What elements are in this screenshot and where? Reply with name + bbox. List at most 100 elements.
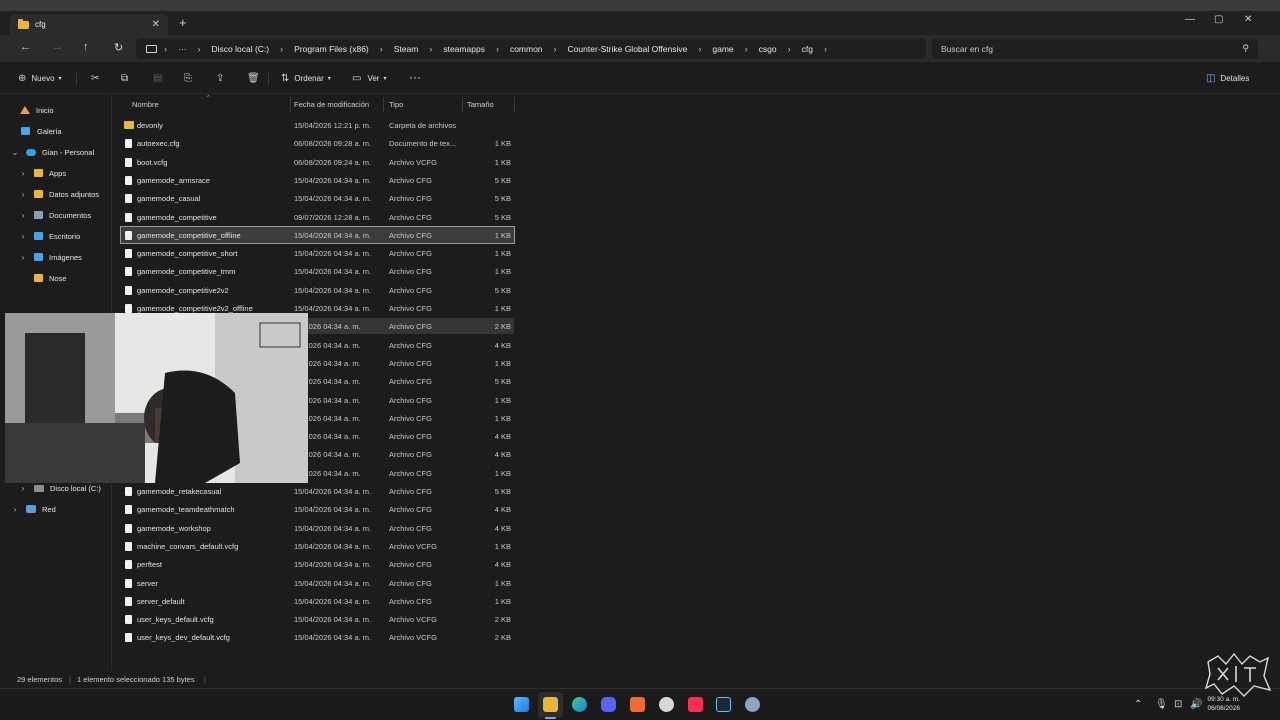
sidebar-item-escritorio[interactable]: › Escritorio [18, 227, 81, 245]
sidebar-item-nose[interactable]: Nose [34, 269, 67, 287]
column-header-date[interactable]: Fecha de modificación [294, 100, 369, 109]
delete-button[interactable]: 🗑 [247, 73, 260, 84]
more-options-button[interactable]: ··· [409, 70, 421, 84]
discord-icon[interactable] [601, 697, 616, 712]
sidebar-item-datos-adjuntos[interactable]: › Datos adjuntos [18, 185, 99, 203]
details-button[interactable]: ◫ Detalles [1206, 73, 1249, 84]
table-row[interactable]: gamemode_competitive_tmm 15/04/2026 04:34… [121, 263, 514, 279]
file-date: 15/04/2026 04:34 a. m. [294, 249, 372, 259]
file-size: 4 KB [494, 505, 511, 515]
cut-button[interactable]: ✂ [91, 73, 99, 84]
trash-icon: 🗑 [247, 73, 260, 84]
paste-button[interactable]: ▤ [153, 73, 162, 84]
file-size: 4 KB [494, 432, 511, 442]
file-type: Archivo CFG [389, 267, 432, 277]
table-row[interactable]: gamemode_teamdeathmatch 15/04/2026 04:34 … [121, 501, 514, 517]
table-row[interactable]: gamemode_retakecasual 15/04/2026 04:34 a.… [121, 483, 514, 499]
table-row[interactable]: devonly 15/04/2026 12:21 p. m. Carpeta de … [121, 117, 514, 133]
search-input[interactable]: Buscar en cfg ⚲ [932, 38, 1258, 59]
close-tab-icon[interactable]: ✕ [152, 19, 160, 30]
forward-button[interactable]: → [52, 41, 63, 53]
table-row[interactable]: boot.vcfg 06/08/2026 09:24 a. m. Archivo V… [121, 154, 514, 170]
breadcrumb-steamapps[interactable]: steamapps [443, 44, 485, 54]
breadcrumb-cfg[interactable]: cfg [802, 44, 813, 54]
edge-icon[interactable] [572, 697, 587, 712]
breadcrumb-game[interactable]: game [712, 44, 733, 54]
sidebar-item-imagenes[interactable]: › Imágenes [18, 248, 82, 266]
chevron-down-icon: ▾ [58, 76, 62, 82]
volume-icon[interactable]: 🔊 [1190, 699, 1202, 710]
table-row[interactable]: gamemode_competitive 09/07/2026 12:28 a. … [121, 209, 514, 225]
start-icon[interactable] [514, 697, 529, 712]
music-icon[interactable] [688, 697, 703, 712]
table-row[interactable]: gamemode_competitive_short 15/04/2026 04:… [121, 245, 514, 261]
folder-icon [34, 274, 43, 282]
table-row[interactable]: perftest 15/04/2026 04:34 a. m. Archivo CF… [121, 556, 514, 572]
chevron-down-icon: ▾ [327, 76, 331, 82]
table-row[interactable]: server_default 15/04/2026 04:34 a. m. Arch… [121, 593, 514, 609]
sidebar-item-apps[interactable]: › Apps [18, 164, 66, 182]
new-tab-button[interactable]: + [179, 15, 187, 30]
refresh-button[interactable]: ↻ [114, 41, 123, 54]
share-button[interactable]: ⇪ [216, 73, 224, 84]
minimize-button[interactable]: — [1185, 14, 1195, 25]
maximize-button[interactable]: ▢ [1214, 14, 1223, 25]
address-bar[interactable]: › ··· › Disco local (C:) › Program Files… [136, 38, 926, 59]
breadcrumb-csgo[interactable]: csgo [759, 44, 777, 54]
table-row[interactable]: server 15/04/2026 04:34 a. m. Archivo CFG 1… [121, 575, 514, 591]
file-name: user_keys_default.vcfg [137, 615, 214, 625]
close-window-button[interactable]: ✕ [1244, 14, 1252, 25]
sidebar-item-inicio[interactable]: Inicio [20, 101, 54, 119]
rename-button[interactable]: ⎘ [184, 73, 192, 84]
sidebar-item-gian-personal[interactable]: ⌄ Gian - Personal [10, 143, 94, 161]
table-row[interactable]: gamemode_workshop 15/04/2026 04:34 a. m. A… [121, 520, 514, 536]
chevron-down-icon: ⌄ [11, 147, 19, 157]
column-header-type[interactable]: Tipo [389, 100, 403, 109]
app-icon[interactable] [659, 697, 674, 712]
breadcrumb-disco-local[interactable]: Disco local (C:) [212, 44, 270, 54]
table-row[interactable]: autoexec.cfg 06/08/2026 09:28 a. m. Docume… [121, 135, 514, 151]
sidebar-item-red[interactable]: › Red [10, 500, 56, 518]
back-button[interactable]: ← [20, 41, 31, 53]
file-icon [125, 615, 132, 625]
sidebar-item-documentos[interactable]: › Documentos [18, 206, 91, 224]
table-row[interactable]: gamemode_competitive_offline 15/04/2026 0… [120, 225, 515, 244]
origin-icon[interactable] [630, 697, 645, 712]
sort-button[interactable]: ⇅ Ordenar ▾ [281, 73, 331, 84]
table-row[interactable]: user_keys_default.vcfg 15/04/2026 04:34 a… [121, 611, 514, 627]
up-button[interactable]: ↑ [83, 41, 89, 53]
view-button[interactable]: ▭ Ver ▾ [352, 73, 386, 84]
breadcrumb-program-files[interactable]: Program Files (x86) [294, 44, 369, 54]
file-explorer-icon[interactable] [543, 697, 558, 712]
file-type: Archivo CFG [389, 450, 432, 460]
breadcrumb-steam[interactable]: Steam [394, 44, 419, 54]
table-row[interactable]: machine_convars_default.vcfg 15/04/2026 0… [121, 538, 514, 554]
table-row[interactable]: user_keys_dev_default.vcfg 15/04/2026 04:… [121, 629, 514, 645]
chevron-up-icon[interactable]: ⌃ [1134, 699, 1142, 710]
new-button[interactable]: ⊕ Nuevo ▾ [18, 73, 62, 84]
copy-button[interactable]: ⧉ [121, 73, 128, 84]
chevron-right-icon: › [21, 168, 25, 178]
column-header-name[interactable]: Nombre [132, 100, 159, 109]
column-header-size[interactable]: Tamaño [467, 100, 494, 109]
chevron-down-icon: ▾ [383, 76, 387, 82]
breadcrumb-common[interactable]: common [510, 44, 543, 54]
copy-icon: ⧉ [121, 73, 129, 84]
table-row[interactable]: gamemode_competitive2v2 15/04/2026 04:34 … [121, 282, 514, 298]
sidebar-item-galeria[interactable]: Galería [20, 122, 62, 140]
tab-cfg[interactable]: cfg ✕ [10, 14, 168, 35]
table-row[interactable]: gamemode_casual 15/04/2026 04:34 a. m. Arc… [121, 190, 514, 206]
file-type: Archivo CFG [389, 212, 432, 222]
file-size: 1 KB [494, 596, 511, 606]
table-row[interactable]: gamemode_armsrace 15/04/2026 04:34 a. m. A… [121, 172, 514, 188]
clock-date: 06/08/2026 [1207, 705, 1240, 712]
file-type: Carpeta de archivos [389, 121, 457, 130]
breadcrumb-more[interactable]: ··· [178, 44, 187, 54]
network-status-icon[interactable]: ⊡ [1174, 699, 1182, 710]
breadcrumb-csgo-root[interactable]: Counter-Strike Global Offensive [568, 44, 688, 54]
steam-icon[interactable] [716, 697, 731, 712]
microphone-icon[interactable]: 🎙 [1155, 699, 1168, 710]
file-icon [125, 596, 132, 606]
sort-icon: ⇅ [281, 73, 290, 84]
settings-icon[interactable] [745, 697, 760, 712]
